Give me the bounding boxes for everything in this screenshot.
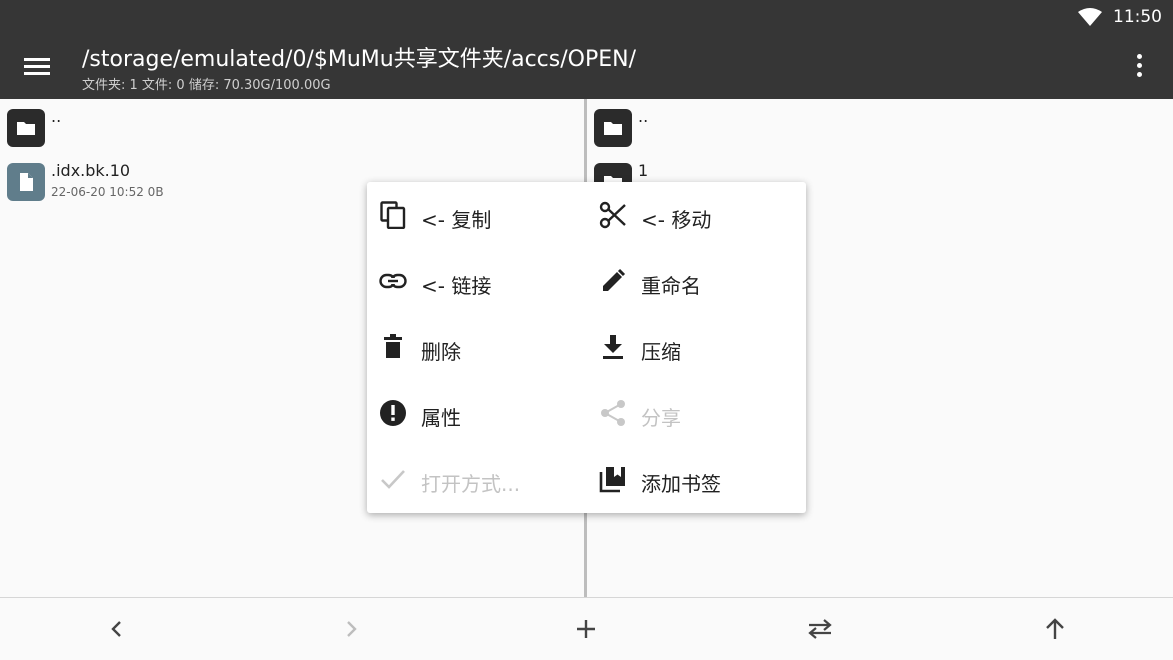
check-icon (379, 465, 407, 493)
copy-icon (379, 201, 407, 229)
share-label: 分享 (641, 406, 681, 430)
copy-label: <- 复制 (421, 208, 492, 232)
swap-icon[interactable] (802, 612, 838, 646)
up-arrow-icon[interactable] (1037, 612, 1073, 646)
link-menu-item[interactable]: <- 链接 (367, 251, 577, 311)
delete-label: 删除 (421, 340, 461, 364)
clock: 11:50 (1113, 7, 1162, 27)
storage-info: 文件夹: 1 文件: 0 储存: 70.30G/100.00G (82, 78, 331, 93)
copy-menu-item[interactable]: <- 复制 (367, 185, 577, 245)
file-context-menu: <- 复制 <- 移动 <- 链接 重命名 删除 压缩 属性 分享 打开方式..… (367, 182, 806, 513)
forward-icon[interactable] (333, 612, 369, 646)
open-with-label: 打开方式... (421, 472, 521, 496)
move-label: <- 移动 (641, 208, 712, 232)
file-name: 1 (638, 161, 649, 180)
move-menu-item[interactable]: <- 移动 (587, 185, 797, 245)
info-alert-icon (379, 399, 407, 427)
list-item-parent[interactable]: .. (587, 99, 1173, 151)
bottom-toolbar (0, 597, 1173, 660)
compress-menu-item[interactable]: 压缩 (587, 317, 797, 377)
properties-label: 属性 (421, 406, 461, 430)
list-item-parent[interactable]: .. (0, 99, 584, 151)
file-name: .. (638, 107, 649, 126)
share-menu-item[interactable]: 分享 (587, 383, 797, 443)
folder-icon (7, 109, 45, 147)
scissors-icon (599, 201, 627, 229)
rename-menu-item[interactable]: 重命名 (587, 251, 797, 311)
share-icon (599, 399, 627, 427)
trash-icon (379, 333, 407, 361)
hamburger-icon[interactable] (18, 50, 58, 84)
folder-icon (594, 109, 632, 147)
delete-menu-item[interactable]: 删除 (367, 317, 577, 377)
bookmark-menu-item[interactable]: 添加书签 (587, 449, 797, 509)
add-icon[interactable] (568, 612, 604, 646)
rename-label: 重命名 (641, 274, 701, 298)
add-bookmark-label: 添加书签 (641, 472, 721, 496)
pencil-icon (599, 267, 627, 295)
bookmarks-icon (599, 465, 627, 493)
link-label: <- 链接 (421, 274, 492, 298)
file-name: .idx.bk.10 (51, 161, 131, 180)
wifi-icon (1078, 8, 1102, 26)
file-name: .. (51, 107, 62, 126)
download-icon (599, 333, 627, 361)
file-meta: 22-06-20 10:52 0B (51, 185, 164, 199)
more-vert-icon[interactable] (1128, 52, 1150, 80)
open-with-menu-item[interactable]: 打开方式... (367, 449, 577, 509)
link-icon (379, 267, 407, 295)
back-icon[interactable] (99, 612, 135, 646)
file-icon (7, 163, 45, 201)
properties-menu-item[interactable]: 属性 (367, 383, 577, 443)
compress-label: 压缩 (641, 340, 681, 364)
app-toolbar: /storage/emulated/0/$MuMu共享文件夹/accs/OPEN… (0, 34, 1173, 99)
status-bar: 11:50 (0, 0, 1173, 34)
current-path: /storage/emulated/0/$MuMu共享文件夹/accs/OPEN… (82, 47, 637, 72)
